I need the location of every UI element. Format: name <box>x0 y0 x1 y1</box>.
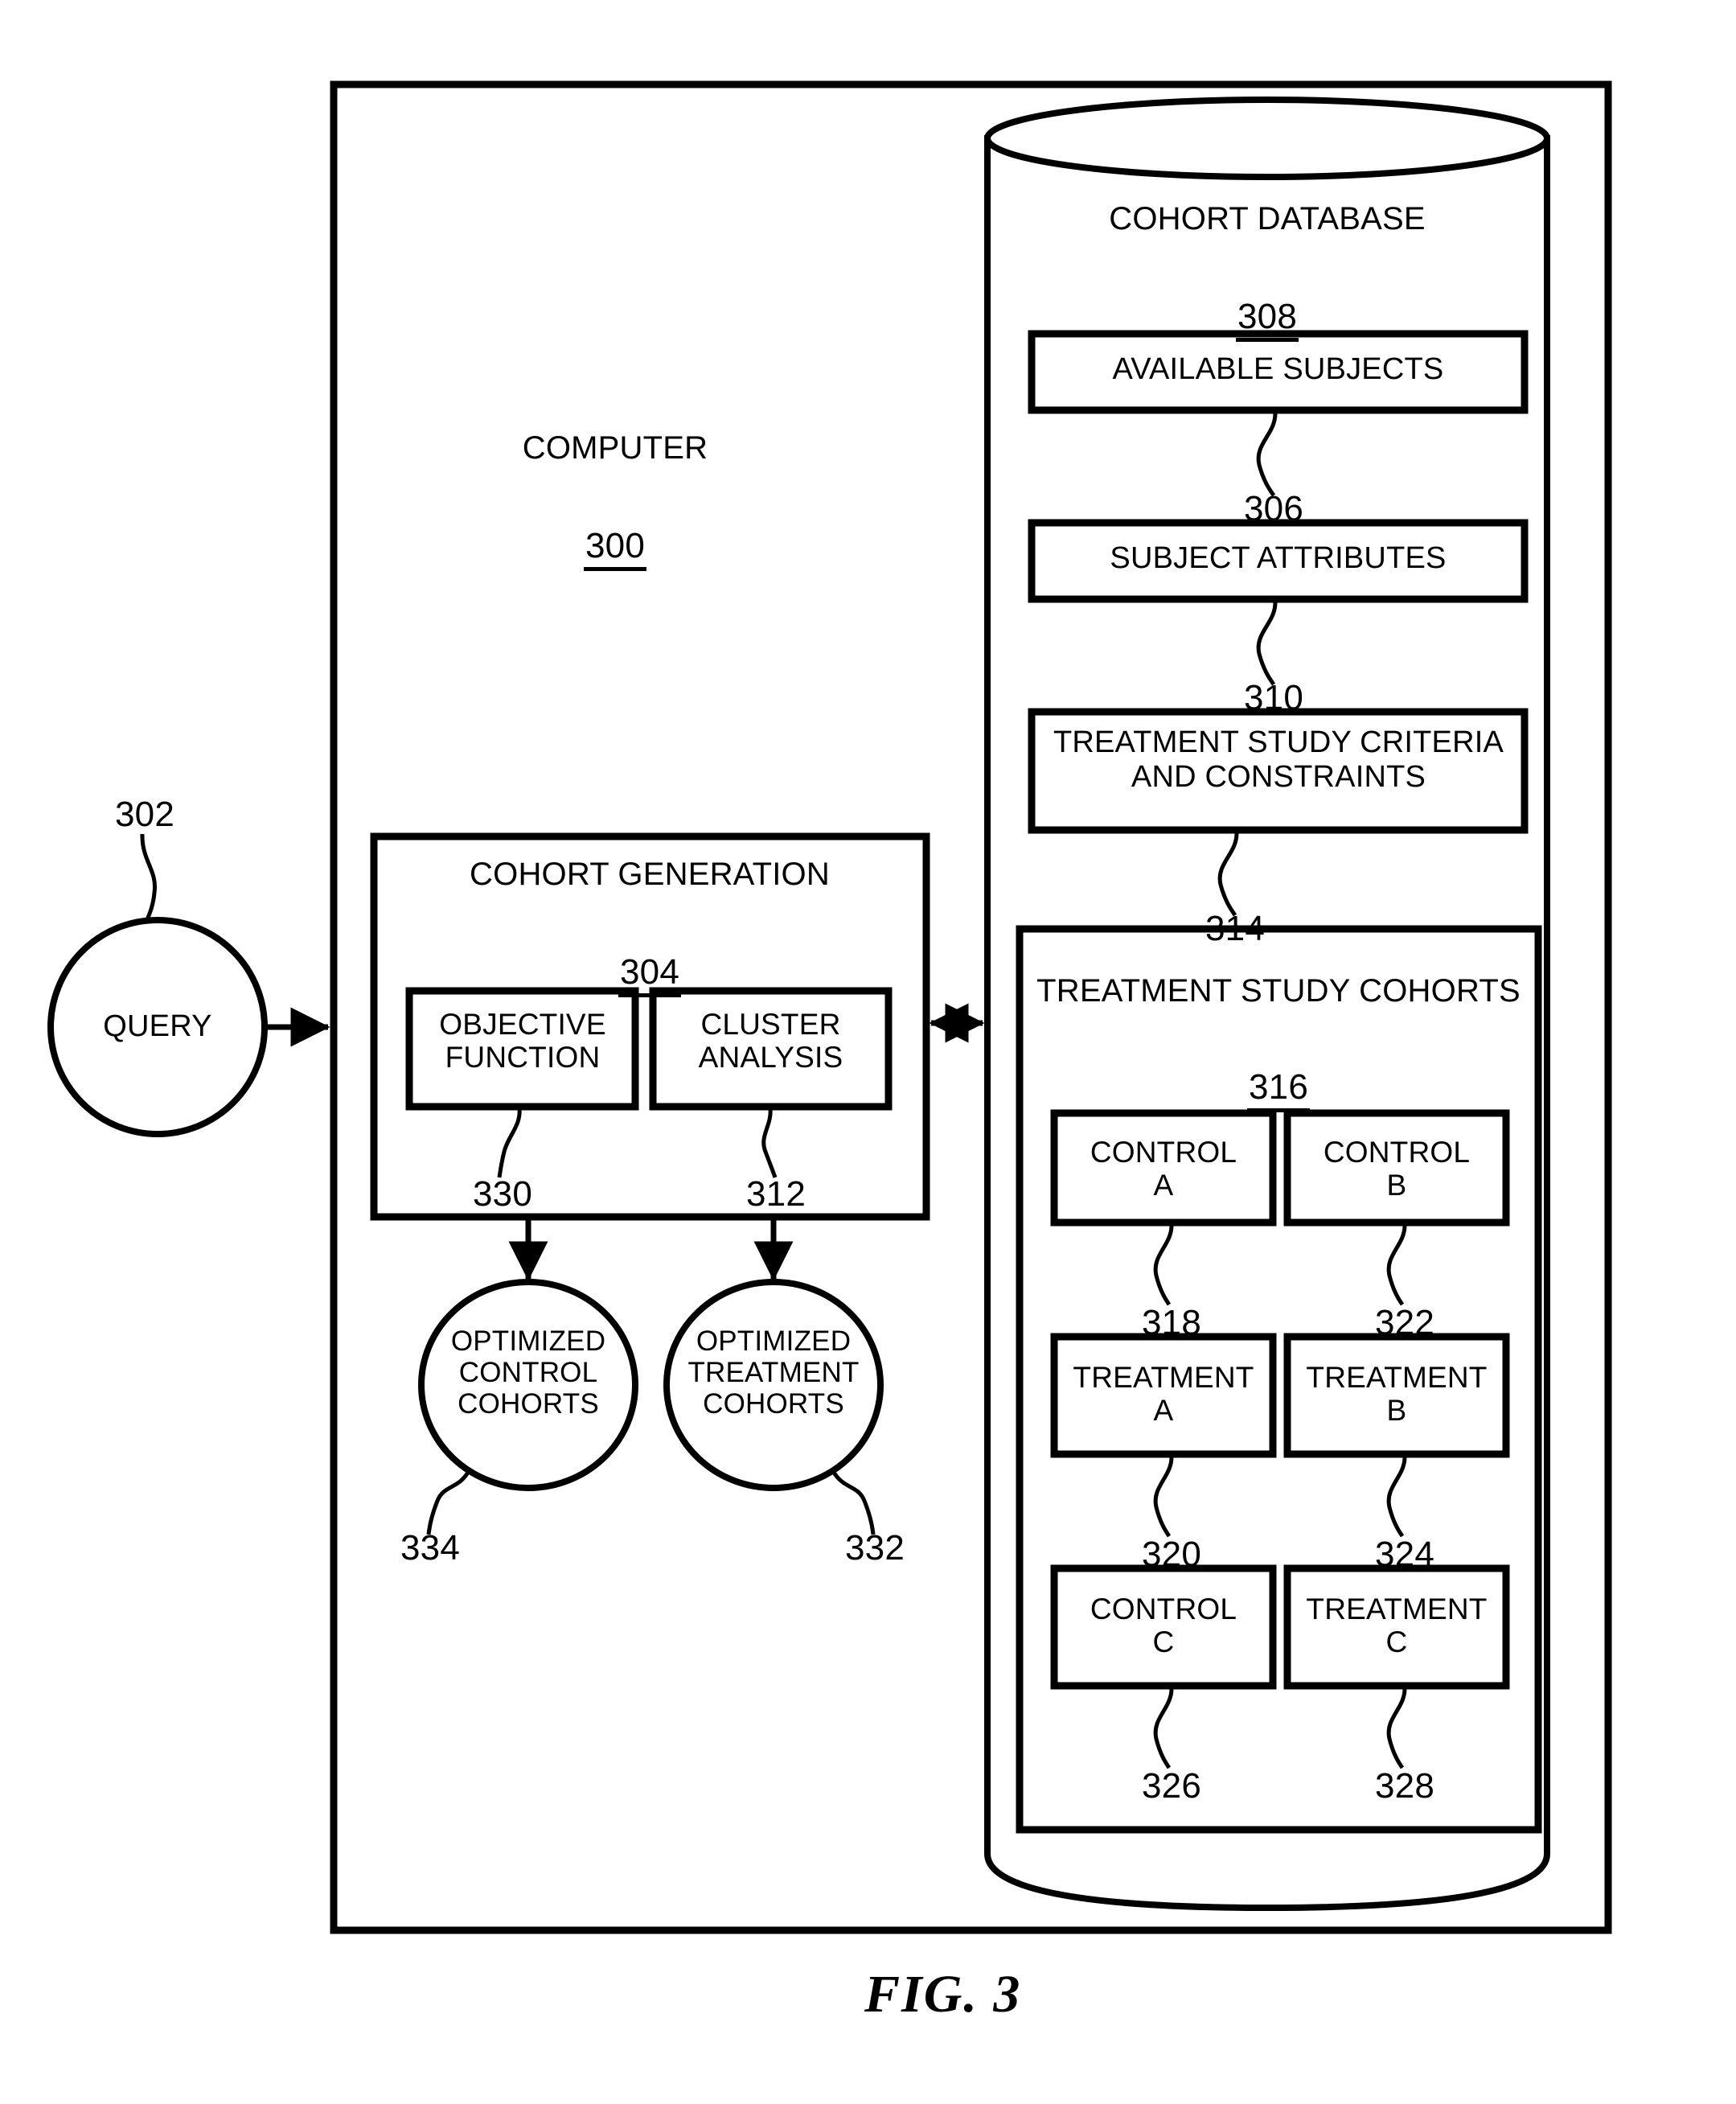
leader-302 <box>140 833 158 923</box>
optimized-control-cohorts-ref: 334 <box>400 1528 460 1568</box>
leader-312 <box>761 1107 778 1178</box>
optimized-treatment-cohorts-ref: 332 <box>844 1528 905 1568</box>
available-subjects-label: AVAILABLE SUBJECTS <box>1112 352 1444 386</box>
treatment-study-cohorts-title: TREATMENT STUDY COHORTS <box>1036 973 1521 1009</box>
cluster-analysis-ref: 312 <box>745 1174 806 1214</box>
leader-330 <box>497 1107 522 1178</box>
subject-attributes-ref: 310 <box>1243 678 1303 717</box>
cohort-cell-ref-control-b: 322 <box>1374 1303 1434 1342</box>
cohort-cell-label-treatment-b: TREATMENT B <box>1306 1361 1488 1428</box>
cohort-generation-title: COHORT GENERATION <box>470 857 830 892</box>
cohort-cell-label-treatment-c: TREATMENT C <box>1306 1592 1488 1659</box>
computer-ref: 300 <box>478 487 752 572</box>
leader-318 <box>1153 1223 1174 1306</box>
cohort-cell-label-control-a: CONTROL A <box>1090 1136 1237 1202</box>
cohort-cell-ref-treatment-b: 324 <box>1374 1535 1434 1574</box>
computer-ref-value: 300 <box>583 528 646 572</box>
cohort-cell-label-control-c: CONTROL C <box>1090 1592 1237 1659</box>
cohort-cell-ref-control-c: 326 <box>1141 1766 1201 1806</box>
cohort-generation-ref-value: 304 <box>618 955 681 998</box>
query-label: QUERY <box>103 1009 212 1043</box>
optimized-treatment-cohorts-label: OPTIMIZED TREATMENT COHORTS <box>687 1325 860 1420</box>
cohort-cell-label-treatment-a: TREATMENT A <box>1073 1361 1254 1428</box>
query-ref: 302 <box>114 795 174 834</box>
cohort-generation-ref: 304 <box>513 913 786 998</box>
cohort-cell-ref-control-a: 318 <box>1141 1303 1201 1342</box>
computer-title: COMPUTER <box>522 430 708 466</box>
leader-314 <box>1217 832 1239 917</box>
subject-attributes-label: SUBJECT ATTRIBUTES <box>1110 541 1447 575</box>
cohort-cell-ref-treatment-a: 320 <box>1141 1535 1201 1574</box>
cohort-database-title: COHORT DATABASE <box>1109 201 1426 236</box>
treatment-study-criteria-ref: 314 <box>1205 909 1265 948</box>
cohort-database-cylinder-top <box>984 97 1550 180</box>
cohort-database-ref-value: 308 <box>1235 299 1299 343</box>
leader-326 <box>1153 1687 1174 1769</box>
leader-324 <box>1386 1455 1407 1538</box>
leader-322 <box>1386 1223 1407 1306</box>
cohort-cell-ref-treatment-c: 328 <box>1374 1766 1434 1806</box>
leader-328 <box>1386 1687 1407 1769</box>
cohort-database-ref: 308 <box>1131 257 1404 343</box>
leader-310 <box>1256 602 1278 686</box>
leader-332 <box>831 1469 876 1535</box>
leader-334 <box>426 1469 471 1535</box>
figure-canvas: COMPUTER 300 302 QUERY COHORT GENERATION… <box>0 0 1736 2104</box>
leader-306 <box>1256 413 1278 497</box>
optimized-control-cohorts-label: OPTIMIZED CONTROL COHORTS <box>450 1325 606 1420</box>
cluster-analysis-label: CLUSTER ANALYSIS <box>698 1008 843 1075</box>
cohort-cell-label-control-b: CONTROL B <box>1323 1136 1471 1202</box>
treatment-study-criteria-label: TREATMENT STUDY CRITERIA AND CONSTRAINTS <box>1053 725 1504 794</box>
objective-function-ref: 330 <box>472 1174 532 1214</box>
available-subjects-ref: 306 <box>1243 489 1303 528</box>
objective-function-label: OBJECTIVE FUNCTION <box>439 1008 606 1075</box>
treatment-study-cohorts-ref-value: 316 <box>1246 1070 1310 1113</box>
treatment-study-cohorts-ref: 316 <box>1142 1028 1415 1113</box>
figure-caption: FIG. 3 <box>864 1965 1022 2024</box>
leader-320 <box>1153 1455 1174 1538</box>
